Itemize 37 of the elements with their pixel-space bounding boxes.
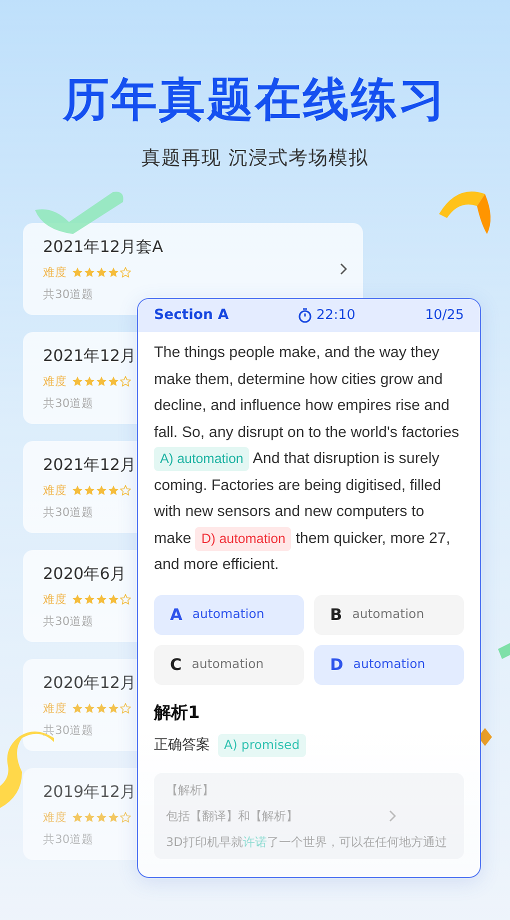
question-count: 共30道题 <box>43 504 94 521</box>
option-button[interactable]: A automation <box>154 594 304 634</box>
difficulty-label: 难度 <box>43 700 67 717</box>
answer-label: 正确答案 <box>154 736 210 755</box>
question-count: 共30道题 <box>43 830 94 848</box>
question-count: 共30道题 <box>43 394 94 412</box>
question-count: 共30道题 <box>43 612 94 630</box>
analysis-box-subtitle: 包括【翻译】和【解析】 <box>166 808 298 825</box>
passage-text: The things people make, and the way they make them, determine how cities grow and decline, and influence how empires rise and fall. So, any disrupt on to the world's factories A) automation And that disruption is surely coming. Factories are being digitised, filled with new sensors and new computers to make D) automation them quicker, more 27, and more efficient. <box>154 343 460 575</box>
question-count: 共30道题 <box>43 722 94 739</box>
headline: 历年真题在线练习 <box>63 76 447 122</box>
card-title: 2020年12月 <box>43 672 136 694</box>
card-title: 2021年12月 <box>43 345 136 367</box>
card-title: 2019年12月 <box>43 781 136 803</box>
correct-answer-chip: A) promised <box>218 734 306 757</box>
difficulty-label: 难度 <box>43 372 67 390</box>
exam-card[interactable]: 2019年12月 难度 共30道题 <box>23 768 137 860</box>
card-title: 2020年6月 <box>43 563 126 585</box>
exam-card[interactable]: 2020年12月 难度 共30道题 <box>23 659 137 751</box>
exam-card[interactable]: 2021年12月 难度 共30道题 <box>23 441 137 533</box>
difficulty-label: 难度 <box>43 590 67 608</box>
option-button[interactable]: D automation <box>314 644 464 684</box>
analysis-text: 3D打印机早就许诺了一个世界，可以在任何地方通过 <box>166 834 448 851</box>
progress-text: 10/25 <box>425 306 464 326</box>
option-button[interactable]: C automation <box>154 644 304 684</box>
difficulty-label: 难度 <box>43 482 67 499</box>
subtitle: 真题再现 沉浸式考场模拟 <box>141 146 369 171</box>
difficulty-label: 难度 <box>43 808 67 826</box>
analysis-title: 解析1 <box>154 702 201 724</box>
question-count: 共30道题 <box>43 286 94 303</box>
option-button[interactable]: B automation <box>314 594 464 634</box>
card-title: 2021年12月 <box>43 454 136 476</box>
analysis-box-title: 【解析】 <box>166 782 215 799</box>
card-title: 2021年12月套A <box>43 236 164 258</box>
exam-card[interactable]: 2021年12月 难度 共30道题 <box>23 332 137 424</box>
difficulty-label: 难度 <box>43 264 67 281</box>
exam-card[interactable]: 2020年6月 难度 共30道题 <box>23 550 137 642</box>
